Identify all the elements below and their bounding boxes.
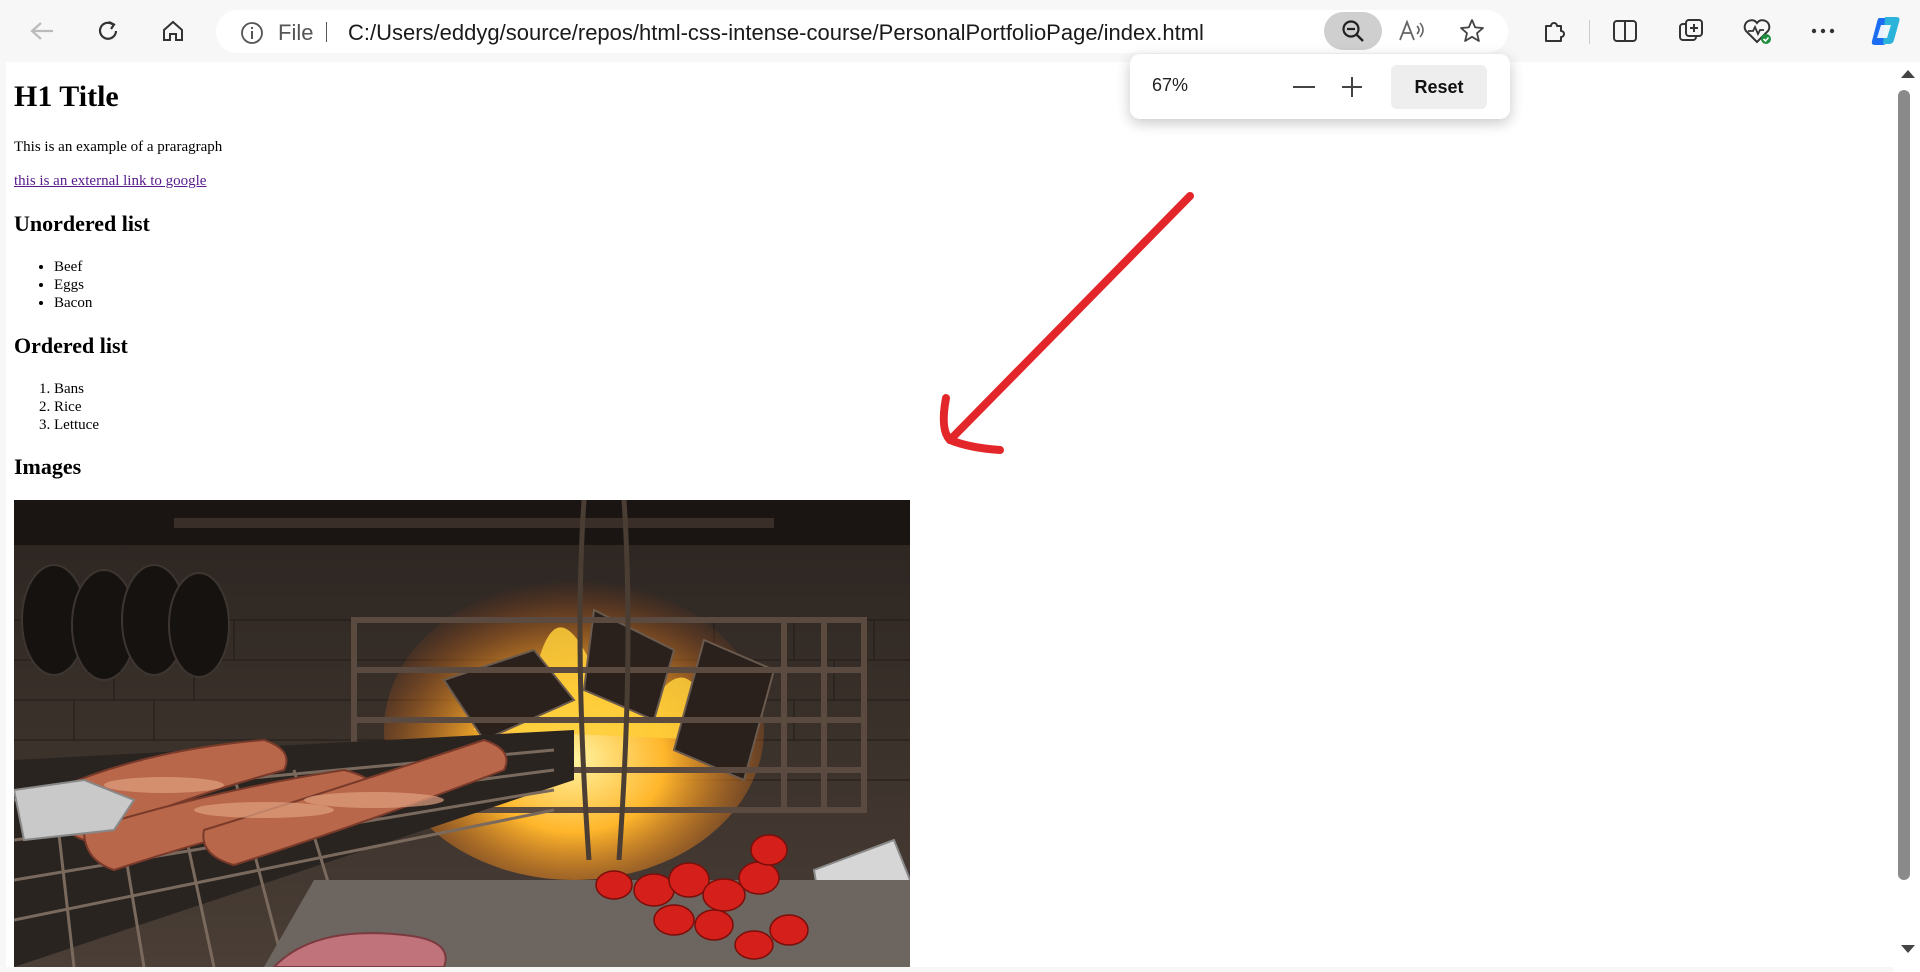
- collections-button[interactable]: [1671, 12, 1711, 50]
- refresh-button[interactable]: [88, 12, 128, 50]
- page-content: H1 Title This is an example of a praragr…: [6, 62, 1894, 967]
- address-bar[interactable]: File C:/Users/eddyg/source/repos/html-cs…: [216, 10, 1508, 53]
- scheme-label: File: [278, 20, 314, 45]
- collections-icon: [1679, 19, 1703, 41]
- zoom-out-magnifier-icon: [1342, 20, 1364, 42]
- refresh-icon: [98, 21, 118, 40]
- more-options-button[interactable]: [1803, 12, 1843, 50]
- images-heading: Images: [14, 454, 82, 479]
- split-screen-icon: [1613, 20, 1637, 42]
- back-arrow-icon: [30, 22, 53, 40]
- list-item: Beef: [54, 258, 92, 276]
- back-button[interactable]: [22, 12, 62, 50]
- list-item: Eggs: [54, 276, 92, 294]
- list-item: Bans: [54, 380, 99, 398]
- zoom-in-plus-icon[interactable]: [1340, 75, 1364, 99]
- extensions-button[interactable]: [1534, 12, 1574, 50]
- scroll-thumb[interactable]: [1898, 90, 1910, 880]
- grill-photo-illustration: [14, 500, 910, 967]
- list-item: Lettuce: [54, 416, 99, 434]
- address-separator: [326, 22, 327, 42]
- browser-toolbar: File C:/Users/eddyg/source/repos/html-cs…: [0, 0, 1920, 62]
- copilot-button[interactable]: [1866, 12, 1906, 50]
- zoom-reset-button[interactable]: Reset: [1391, 65, 1487, 109]
- toolbar-divider: [1589, 20, 1590, 44]
- zoom-level-text: 67%: [1152, 75, 1189, 95]
- grill-photo: [14, 500, 910, 967]
- zoom-popup: 67% Reset: [1130, 54, 1510, 119]
- external-link[interactable]: this is an external link to google: [14, 173, 206, 190]
- read-aloud-icon: [1399, 19, 1424, 41]
- puzzle-piece-icon: [1545, 22, 1565, 42]
- list-item: Bacon: [54, 294, 92, 312]
- list-item: Rice: [54, 398, 99, 416]
- scroll-down-arrow-icon[interactable]: [1901, 945, 1915, 953]
- more-dots-icon: [1811, 28, 1835, 34]
- star-icon: [1460, 19, 1484, 42]
- ordered-list-heading: Ordered list: [14, 333, 128, 358]
- scroll-up-arrow-icon[interactable]: [1901, 70, 1915, 78]
- heart-pulse-icon: [1743, 19, 1771, 44]
- home-button[interactable]: [153, 12, 193, 50]
- home-icon: [163, 20, 183, 41]
- browser-essentials-button[interactable]: [1737, 12, 1777, 50]
- url-text[interactable]: C:/Users/eddyg/source/repos/html-css-int…: [348, 20, 1204, 46]
- favorite-button[interactable]: [1452, 12, 1492, 50]
- page-h1-title: H1 Title: [14, 80, 119, 113]
- ordered-list: Bans Rice Lettuce: [14, 380, 99, 434]
- zoom-out-minus-icon[interactable]: [1293, 86, 1315, 88]
- paragraph: This is an example of a praragraph: [14, 139, 223, 155]
- read-aloud-button[interactable]: [1392, 12, 1432, 50]
- zoom-indicator-button[interactable]: [1324, 12, 1382, 50]
- info-icon[interactable]: [240, 21, 264, 45]
- copilot-icon: [1871, 17, 1900, 45]
- vertical-scrollbar[interactable]: [1894, 62, 1920, 972]
- unordered-list: Beef Eggs Bacon: [14, 258, 92, 312]
- split-screen-button[interactable]: [1605, 12, 1645, 50]
- unordered-list-heading: Unordered list: [14, 211, 150, 236]
